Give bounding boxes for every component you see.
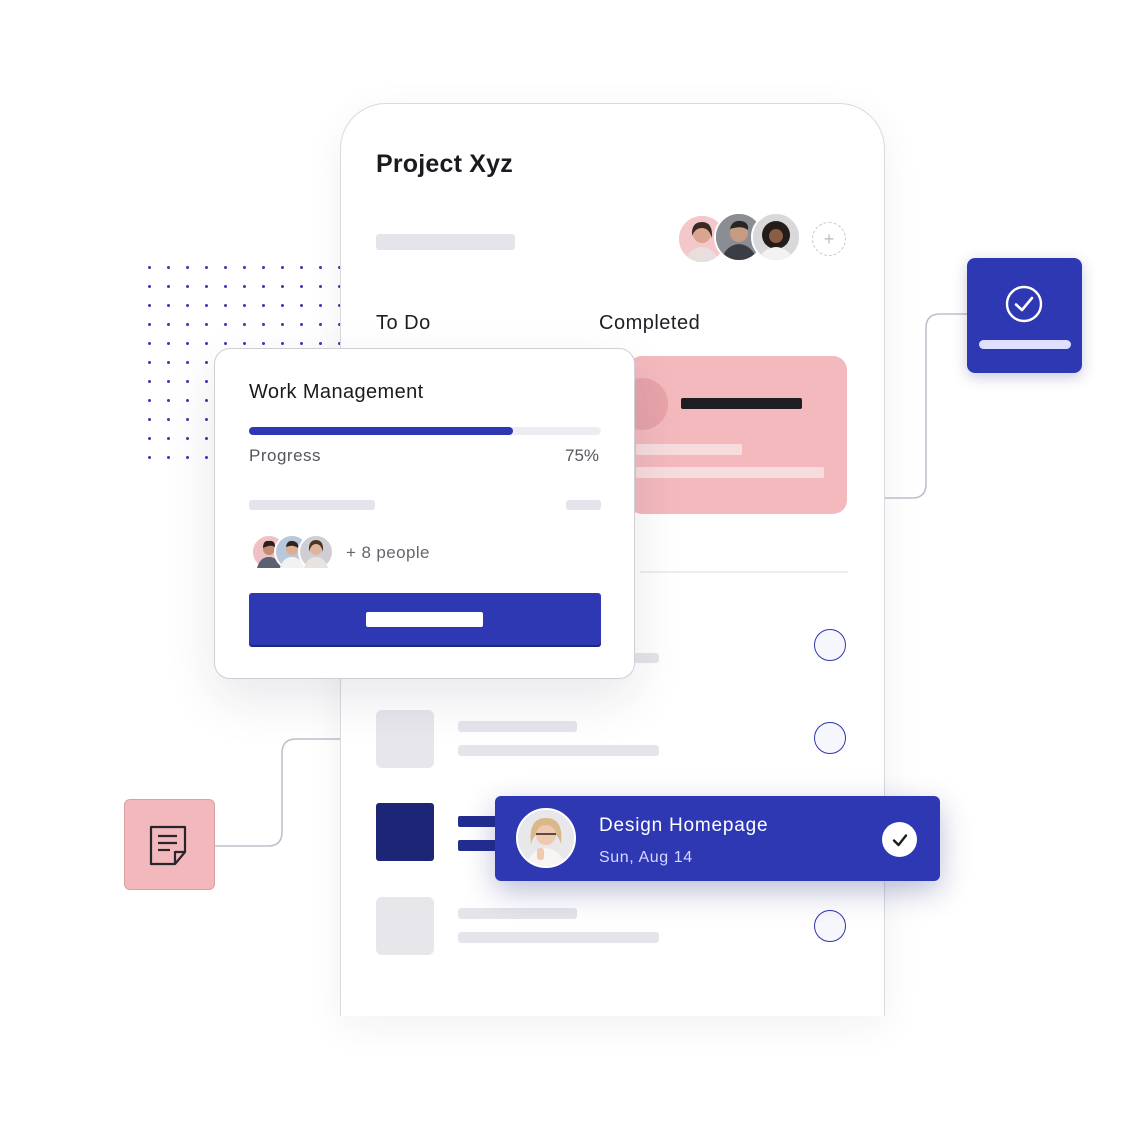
- completed-widget[interactable]: [967, 258, 1082, 373]
- member-avatar[interactable]: [751, 212, 801, 262]
- progress-bar-fill: [249, 427, 513, 435]
- check-circle-icon: [1005, 285, 1043, 323]
- check-icon: [892, 833, 907, 846]
- project-title: Project Xyz: [376, 150, 513, 178]
- add-member-button[interactable]: +: [812, 222, 846, 256]
- team-avatar: [298, 534, 334, 570]
- task-thumbnail: [376, 710, 434, 768]
- button-label-placeholder: [366, 612, 483, 627]
- card-line-placeholder: [636, 444, 742, 455]
- row-line-placeholder: [458, 932, 659, 943]
- task-title: Design Homepage: [599, 815, 769, 836]
- work-card-title: Work Management: [249, 381, 424, 403]
- task-thumbnail-active: [376, 803, 434, 861]
- card-line-placeholder: [566, 500, 601, 510]
- task-complete-toggle[interactable]: [882, 822, 917, 857]
- task-radio[interactable]: [814, 722, 846, 754]
- card-line-placeholder: [636, 467, 824, 478]
- work-card-action-button[interactable]: [249, 593, 601, 645]
- assignee-avatar: [516, 808, 576, 868]
- list-divider: [640, 571, 848, 573]
- task-date: Sun, Aug 14: [599, 849, 693, 866]
- note-icon: [149, 825, 187, 866]
- card-title-placeholder: [681, 398, 802, 409]
- note-widget[interactable]: [124, 799, 215, 890]
- card-line-placeholder: [249, 500, 375, 510]
- row-line-placeholder: [458, 908, 577, 919]
- project-subtitle-placeholder: [376, 234, 515, 250]
- row-line-placeholder: [458, 745, 659, 756]
- column-header-completed[interactable]: Completed: [599, 312, 700, 335]
- row-line-active: [458, 840, 498, 851]
- completed-task-card[interactable]: [616, 356, 847, 514]
- completed-widget-bar: [979, 340, 1071, 349]
- task-radio[interactable]: [814, 910, 846, 942]
- column-header-todo[interactable]: To Do: [376, 312, 431, 335]
- plus-icon: +: [823, 228, 835, 249]
- task-radio[interactable]: [814, 629, 846, 661]
- progress-percent: 75%: [565, 446, 600, 465]
- row-line-active: [458, 816, 498, 827]
- task-thumbnail: [376, 897, 434, 955]
- row-line-placeholder: [458, 721, 577, 732]
- progress-label: Progress: [249, 446, 322, 465]
- row-line-placeholder: [634, 653, 659, 663]
- people-count: + 8 people: [346, 543, 430, 562]
- progress-bar: [249, 427, 601, 435]
